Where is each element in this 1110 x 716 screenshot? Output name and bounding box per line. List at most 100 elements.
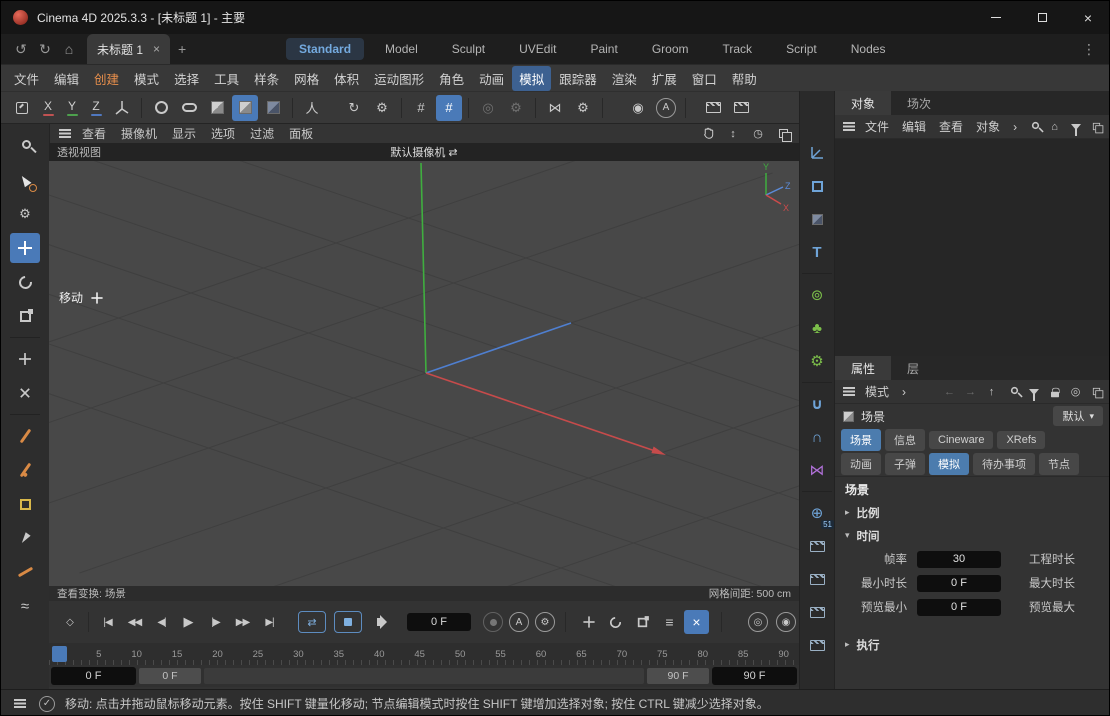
om-menu-objects[interactable]: 对象 — [970, 116, 1006, 137]
frame-all-button[interactable] — [9, 95, 35, 121]
menu-mode[interactable]: 模式 — [127, 66, 166, 91]
menu-file[interactable]: 文件 — [7, 66, 46, 91]
preview-range-track[interactable] — [204, 668, 644, 684]
render-queue-button[interactable]: A — [656, 98, 676, 118]
timeline-panel-button[interactable] — [803, 532, 831, 560]
live-selection-button[interactable] — [10, 165, 40, 195]
menu-extensions[interactable]: 扩展 — [645, 66, 684, 91]
vp-menu-view[interactable]: 查看 — [75, 123, 113, 144]
om-home-button[interactable] — [1045, 117, 1064, 136]
cube-object-button[interactable] — [803, 205, 831, 233]
menu-help[interactable]: 帮助 — [725, 66, 764, 91]
render-picture-viewer-button[interactable] — [700, 95, 726, 121]
rotate-tool-button[interactable] — [10, 267, 40, 297]
preview-start-handle[interactable]: 0 F — [139, 668, 201, 684]
range-end-input[interactable]: 90 F — [712, 667, 797, 685]
attr-tab-simulation[interactable]: 模拟 — [929, 453, 969, 475]
render-settings-button[interactable] — [728, 95, 754, 121]
redo-icon[interactable] — [33, 37, 57, 61]
preview-end-handle[interactable]: 90 F — [647, 668, 709, 684]
record-position-button[interactable] — [576, 610, 601, 634]
om-panels-button[interactable] — [1087, 117, 1106, 136]
timeline-ruler[interactable]: 0 5 10 15 20 25 30 35 40 45 50 55 60 65 … — [49, 643, 799, 665]
loop-range-button[interactable] — [334, 611, 362, 633]
sketch-tool-button[interactable] — [10, 557, 40, 587]
record-rotation-button[interactable] — [603, 610, 628, 634]
am-menu-overflow-icon[interactable] — [896, 383, 912, 401]
record-parameter-button[interactable] — [657, 610, 682, 634]
vp-menu-cameras[interactable]: 摄像机 — [114, 123, 164, 144]
om-filter-button[interactable] — [1066, 117, 1085, 136]
am-panel-menu-button[interactable] — [840, 384, 858, 400]
pan-view-button[interactable] — [698, 125, 718, 143]
previous-key-button[interactable] — [122, 610, 147, 634]
menu-select[interactable]: 选择 — [167, 66, 206, 91]
move-tool-button[interactable] — [10, 233, 40, 263]
dolly-view-button[interactable] — [723, 125, 743, 143]
om-search-button[interactable] — [1024, 117, 1043, 136]
record-keyframe-button[interactable] — [57, 610, 82, 634]
dopesheet-panel-button[interactable] — [803, 598, 831, 626]
layout-tab-groom[interactable]: Groom — [639, 38, 702, 60]
am-menu-mode[interactable]: 模式 — [859, 381, 895, 402]
layout-overflow-menu-icon[interactable] — [1077, 37, 1101, 61]
menu-create[interactable]: 创建 — [87, 66, 126, 91]
menu-tracker[interactable]: 跟踪器 — [552, 66, 604, 91]
axis-edit-tool-button[interactable] — [10, 378, 40, 408]
play-button[interactable] — [176, 610, 201, 634]
range-start-input[interactable]: 0 F — [51, 667, 136, 685]
vp-menu-display[interactable]: 显示 — [165, 123, 203, 144]
menu-mograph[interactable]: 运动图形 — [367, 66, 431, 91]
pen-spline-button[interactable] — [176, 95, 202, 121]
new-document-tab-button[interactable] — [170, 37, 194, 61]
spline-smooth-button[interactable] — [10, 591, 40, 621]
simulation-refresh-button[interactable] — [341, 95, 367, 121]
toggle-views-button[interactable] — [773, 125, 793, 143]
menu-window[interactable]: 窗口 — [685, 66, 724, 91]
layout-tab-paint[interactable]: Paint — [577, 38, 630, 60]
attr-tab-scene[interactable]: 场景 — [841, 429, 881, 451]
deformer-magnet-button[interactable] — [803, 390, 831, 418]
menu-edit[interactable]: 编辑 — [47, 66, 86, 91]
particle-emitter-button[interactable] — [803, 281, 831, 309]
pen-tool-button[interactable] — [10, 455, 40, 485]
am-search-button[interactable] — [1003, 382, 1022, 401]
close-document-icon[interactable] — [153, 42, 160, 56]
layout-tab-sculpt[interactable]: Sculpt — [439, 38, 498, 60]
layout-tab-standard[interactable]: Standard — [286, 38, 364, 60]
record-button[interactable] — [483, 612, 503, 632]
xpresso-button[interactable] — [803, 456, 831, 484]
snap-toggle-button[interactable] — [408, 95, 434, 121]
layout-tab-uvedit[interactable]: UVEdit — [506, 38, 569, 60]
om-menu-file[interactable]: 文件 — [859, 116, 895, 137]
workplane-button[interactable] — [542, 95, 568, 121]
attr-tab-xrefs[interactable]: XRefs — [997, 431, 1045, 449]
am-lock-button[interactable] — [1045, 382, 1064, 401]
y-axis-lock-button[interactable]: Y — [61, 96, 83, 120]
falloff-object-button[interactable] — [803, 423, 831, 451]
am-pin-button[interactable] — [1066, 382, 1085, 401]
next-frame-button[interactable] — [203, 610, 228, 634]
menu-character[interactable]: 角色 — [432, 66, 471, 91]
axis-modification-button[interactable] — [475, 95, 501, 121]
maximize-button[interactable] — [1019, 1, 1065, 34]
timeline-playhead[interactable] — [52, 646, 67, 662]
undo-icon[interactable] — [9, 37, 33, 61]
object-list[interactable] — [835, 139, 1110, 356]
tab-takes[interactable]: 场次 — [891, 91, 947, 115]
om-menu-edit[interactable]: 编辑 — [896, 116, 932, 137]
spline-primitive-button[interactable] — [148, 95, 174, 121]
home-icon[interactable] — [57, 37, 81, 61]
text-object-button[interactable] — [803, 238, 831, 266]
om-panel-menu-button[interactable] — [840, 119, 858, 135]
min-time-input[interactable]: 0 F — [917, 575, 1001, 592]
brush-tool-button[interactable] — [10, 523, 40, 553]
am-filter-button[interactable] — [1024, 382, 1043, 401]
group-scale[interactable]: 比例 — [835, 501, 1110, 524]
view-history-button[interactable] — [748, 125, 768, 143]
close-button[interactable] — [1065, 1, 1110, 34]
scale-tool-button[interactable] — [10, 301, 40, 331]
plane-object-button[interactable] — [803, 172, 831, 200]
history-forward-button[interactable] — [961, 382, 980, 401]
menu-spline[interactable]: 样条 — [247, 66, 286, 91]
